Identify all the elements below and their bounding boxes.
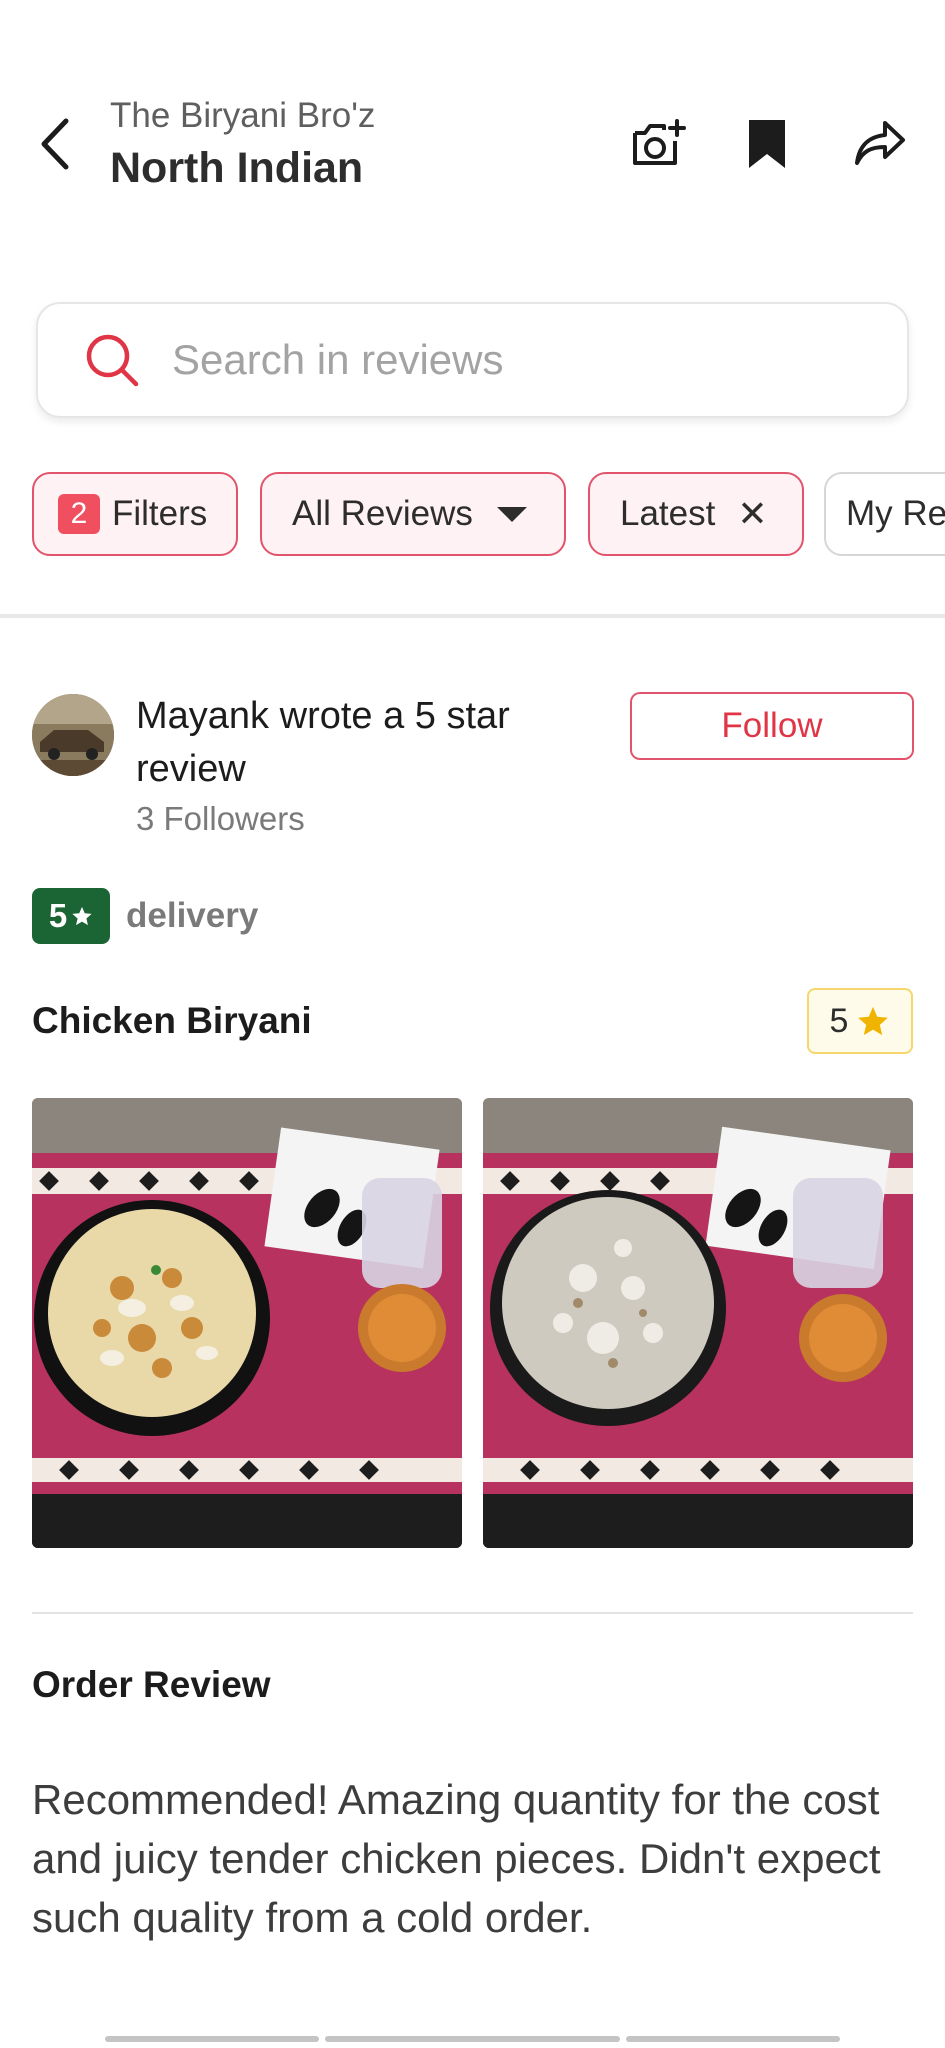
divider (32, 1612, 913, 1614)
search-placeholder: Search in reviews (172, 336, 504, 383)
my-reviews-label: My Re (846, 494, 945, 533)
share-button[interactable] (848, 112, 912, 176)
restaurant-name: The Biryani Bro'z (110, 96, 376, 135)
latest-label: Latest (620, 494, 716, 533)
dish-name: Chicken Biryani (32, 1000, 312, 1041)
filter-count-badge: 2 (58, 494, 100, 534)
share-icon (855, 121, 905, 165)
add-photo-button[interactable] (626, 112, 690, 176)
all-reviews-chip[interactable]: All Reviews (260, 472, 566, 556)
filters-label: Filters (112, 494, 208, 533)
my-reviews-chip[interactable]: My Re (824, 472, 945, 556)
follow-button[interactable]: Follow (630, 692, 914, 760)
latest-chip[interactable]: Latest ✕ (588, 472, 804, 556)
add-photo-icon (633, 119, 686, 165)
reviewer-name[interactable]: Mayank (136, 695, 269, 737)
page-indicator-segment (626, 2036, 840, 2042)
review-title: Mayank wrote a 5 star review (136, 690, 606, 796)
star-icon (858, 1006, 889, 1036)
dish-rating-badge: 5 (807, 988, 913, 1054)
search-input[interactable]: Search in reviews (36, 302, 909, 418)
avatar[interactable] (32, 694, 114, 776)
rating-value: 5 (48, 897, 68, 934)
page-indicator-segment (325, 2036, 620, 2042)
review-text: Recommended! Amazing quantity for the co… (32, 1776, 881, 1941)
all-reviews-label: All Reviews (292, 494, 473, 533)
dropdown-caret-icon (496, 506, 527, 522)
close-icon[interactable]: ✕ (737, 493, 767, 535)
bookmark-icon (749, 120, 785, 168)
order-review-heading: Order Review (32, 1664, 271, 1705)
top-app-bar: The Biryani Bro'z North Indian (0, 0, 945, 250)
star-icon (72, 906, 92, 926)
filters-chip[interactable]: 2 Filters (32, 472, 238, 556)
section-divider (0, 614, 945, 618)
review-photo[interactable] (483, 1098, 913, 1548)
bookmark-button[interactable] (735, 112, 799, 176)
followers-count: 3 Followers (136, 800, 305, 837)
dish-rating-value: 5 (829, 1001, 849, 1040)
filter-chips: 2 Filters All Reviews Latest ✕ My Re (32, 472, 945, 556)
review-photo[interactable] (32, 1098, 462, 1548)
back-arrow-icon (41, 118, 69, 170)
page-indicator-segment (105, 2036, 319, 2042)
search-icon (82, 330, 142, 390)
rating-badge: 5 (32, 888, 110, 944)
back-button[interactable] (30, 112, 80, 176)
rating-type-label: delivery (126, 896, 259, 935)
page-title: North Indian (110, 144, 364, 192)
